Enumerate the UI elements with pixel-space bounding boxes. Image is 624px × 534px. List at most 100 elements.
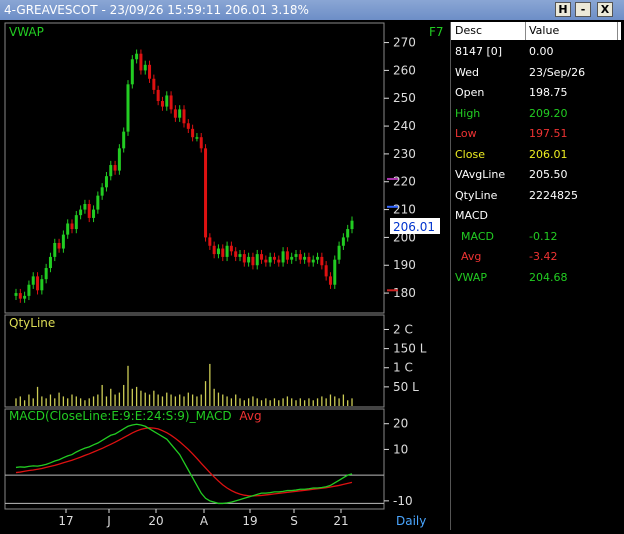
price-candle <box>148 64 152 79</box>
data-row-label: MACD <box>461 229 494 243</box>
chart-area[interactable]: VWAP F7 QtyLine MACD(CloseLine:E:9:E:24:… <box>4 22 448 530</box>
data-row: MACD <box>451 206 621 226</box>
price-candle <box>268 256 272 263</box>
data-row: Wed 23/Sep/26 <box>451 63 621 83</box>
price-candle <box>234 251 238 257</box>
date-tick-label: 17 <box>58 514 73 528</box>
data-row-value: 2224825 <box>529 188 578 202</box>
data-row: Low 197.51 <box>451 124 621 144</box>
minimize-button[interactable]: - <box>575 2 591 17</box>
date-tick-label: 20 <box>148 514 163 528</box>
price-candle <box>165 95 169 107</box>
price-candle <box>57 242 61 249</box>
macd-pane-label: MACD(CloseLine:E:9:E:24:S:9)_MACD Avg <box>9 409 262 423</box>
macd-tick-label: 20 <box>393 417 408 431</box>
price-candle <box>341 237 345 246</box>
price-candle <box>212 245 216 255</box>
price-candle <box>160 101 164 107</box>
price-candle <box>113 165 117 171</box>
price-candle <box>31 276 35 285</box>
macd-avg-label: Avg <box>239 409 261 423</box>
data-row-value: 0.00 <box>529 45 554 58</box>
price-candle <box>173 109 177 118</box>
date-tick-label: 19 <box>242 514 257 528</box>
price-tick-label: 220 <box>393 175 416 189</box>
data-window-header: Desc Value <box>451 22 621 40</box>
date-tick-label: J <box>106 514 111 528</box>
price-candle <box>195 137 199 139</box>
price-candle <box>74 215 78 230</box>
data-row: MACD -0.12 <box>451 227 621 247</box>
price-tick-label: 230 <box>393 147 416 161</box>
price-candle <box>83 204 87 210</box>
price-candle <box>216 248 220 255</box>
data-row-value: 209.20 <box>529 106 568 120</box>
price-tick-label: 270 <box>393 36 416 50</box>
volume-tick-label: 50 L <box>393 380 419 394</box>
help-button[interactable]: H <box>555 2 571 17</box>
data-row-value: -3.42 <box>529 250 558 263</box>
price-candle <box>100 187 104 196</box>
price-candle <box>290 256 294 260</box>
price-candle <box>122 131 126 149</box>
data-row-label: Open <box>455 86 485 99</box>
price-tick-label: 210 <box>393 203 416 217</box>
price-candle <box>225 245 229 257</box>
price-candle <box>247 256 251 263</box>
data-row-value: 204.68 <box>529 270 568 284</box>
price-candle <box>294 254 298 257</box>
data-row-label: Low <box>455 127 477 140</box>
price-candle <box>307 256 311 263</box>
price-candle <box>337 245 341 260</box>
data-row-label: Wed <box>455 65 479 79</box>
shortcut-label: F7 <box>429 25 444 39</box>
date-tick-label: A <box>200 514 209 528</box>
price-tick-label: 260 <box>393 63 416 77</box>
window-title-bar: 4-GREAVESCOT - 23/09/26 15:59:11 206.01 … <box>0 0 624 20</box>
price-candle <box>191 128 195 138</box>
price-candle <box>40 279 44 291</box>
price-candle <box>23 295 27 299</box>
data-row: Avg -3.42 <box>451 247 621 267</box>
price-candle <box>126 84 130 132</box>
price-candle <box>264 259 268 263</box>
price-candle <box>87 204 91 218</box>
date-tick-label: 21 <box>333 514 348 528</box>
price-candle <box>229 245 233 252</box>
price-candle <box>117 148 121 171</box>
price-candle <box>260 254 264 260</box>
price-candle <box>255 254 259 266</box>
close-button[interactable]: X <box>597 2 613 17</box>
price-candle <box>281 251 285 263</box>
data-row: 8147 [0] 0.00 <box>451 42 621 62</box>
price-candle <box>277 259 281 263</box>
price-candle <box>251 256 255 266</box>
data-row: Close 206.01 <box>451 145 621 165</box>
data-row-value: 23/Sep/26 <box>529 65 586 79</box>
price-tick-label: 190 <box>393 258 416 272</box>
chart-svg[interactable]: VWAP F7 QtyLine MACD(CloseLine:E:9:E:24:… <box>4 22 448 530</box>
date-tick-label: S <box>290 514 298 528</box>
data-row-value: 197.51 <box>529 127 568 140</box>
price-candle <box>186 123 190 129</box>
desc-header: Desc <box>455 22 526 40</box>
price-candle <box>316 256 320 260</box>
price-candle <box>109 165 113 177</box>
price-candle <box>61 234 65 249</box>
value-header: Value <box>529 22 618 40</box>
price-candle <box>96 195 100 210</box>
price-candle <box>328 276 332 285</box>
price-candle <box>104 176 108 188</box>
price-candle <box>350 220 354 230</box>
volume-tick-label: 2 C <box>393 322 413 336</box>
price-candle <box>199 137 203 149</box>
data-row-label: MACD <box>455 209 488 222</box>
macd-tick-label: 10 <box>393 442 408 456</box>
data-row-value: 205.50 <box>529 168 568 181</box>
price-candle <box>70 223 74 230</box>
price-candle <box>135 53 139 60</box>
price-candle <box>130 59 134 85</box>
price-candle <box>242 254 246 263</box>
data-row: Open 198.75 <box>451 83 621 103</box>
data-row: VAvgLine 205.50 <box>451 165 621 185</box>
